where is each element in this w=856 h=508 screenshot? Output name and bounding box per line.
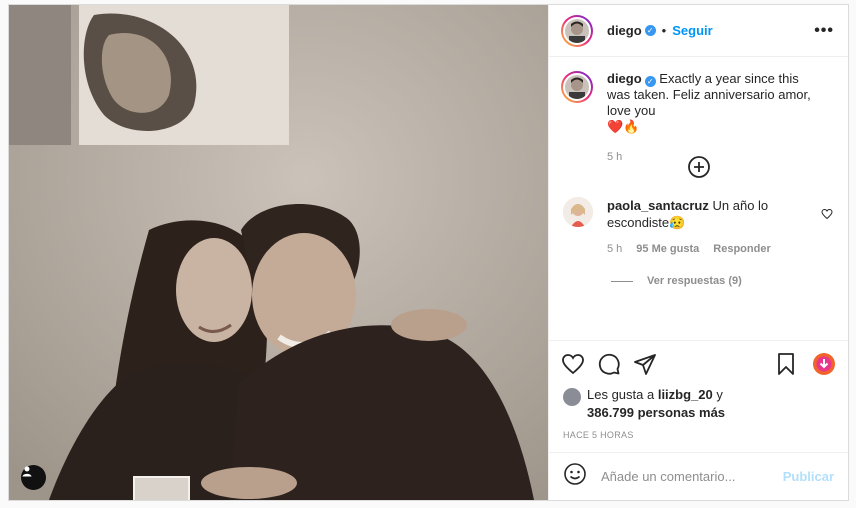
post-side-panel: diego ✓ • Seguir ••• diego ✓ Exactly a ye… [548, 5, 848, 500]
comment-icon[interactable] [597, 352, 621, 376]
replies-divider [611, 280, 633, 282]
caption-avatar[interactable] [561, 71, 593, 103]
follow-button[interactable]: Seguir [672, 23, 712, 38]
comment-likes[interactable]: 95 Me gusta [636, 243, 699, 255]
user-tag-icon[interactable] [21, 465, 46, 490]
plus-circle-icon[interactable] [687, 155, 711, 179]
post-header: diego ✓ • Seguir ••• [549, 5, 848, 57]
liker-avatar[interactable] [563, 388, 581, 406]
heart-icon[interactable] [561, 352, 585, 376]
more-options-icon[interactable]: ••• [814, 22, 834, 40]
add-comment-bar: Añade un comentario... Publicar [549, 452, 848, 500]
verified-badge-icon: ✓ [644, 76, 656, 87]
post-photo[interactable] [9, 5, 548, 500]
bookmark-icon[interactable] [774, 352, 798, 376]
likes-mid: y [712, 387, 723, 402]
caption-time[interactable]: 5 h [607, 149, 822, 165]
commenter-avatar[interactable] [563, 197, 593, 227]
view-replies[interactable]: Ver respuestas (9) [611, 275, 742, 287]
post-caption: diego ✓ Exactly a year since this was tak… [561, 71, 836, 165]
comment-item: paola_santacruz Un año lo escondiste😥 [563, 197, 839, 231]
author-avatar[interactable] [561, 14, 593, 47]
comment-like-heart-icon[interactable] [821, 207, 833, 225]
download-extension-icon[interactable] [812, 352, 836, 376]
caption-emojis: ❤️🔥 [607, 119, 640, 134]
likes-count[interactable]: 386.799 personas más [587, 405, 725, 420]
likes-prefix: Les gusta a [587, 387, 658, 402]
reply-button[interactable]: Responder [713, 243, 770, 255]
verified-badge-icon: ✓ [644, 25, 656, 36]
comment-meta: 5 h 95 Me gusta Responder [607, 243, 771, 255]
paper-plane-icon[interactable] [633, 352, 657, 376]
comment-time[interactable]: 5 h [607, 243, 622, 255]
post-actions [549, 340, 848, 386]
post-window: diego ✓ • Seguir ••• diego ✓ Exactly a ye… [8, 4, 849, 501]
commenter-username[interactable]: paola_santacruz [607, 198, 709, 213]
liker-username[interactable]: liizbg_20 [658, 387, 713, 402]
photo-illustration [9, 5, 548, 500]
posted-time[interactable]: HACE 5 HORAS [549, 422, 848, 452]
comment-input[interactable]: Añade un comentario... [601, 469, 783, 484]
comments-section: diego ✓ Exactly a year since this was tak… [549, 57, 848, 340]
author-username[interactable]: diego [607, 23, 642, 38]
emoji-icon[interactable] [563, 462, 587, 491]
publish-button[interactable]: Publicar [783, 469, 834, 484]
caption-username[interactable]: diego [607, 71, 642, 86]
separator-dot: • [661, 23, 667, 38]
view-replies-label[interactable]: Ver respuestas (9) [647, 275, 742, 287]
likes-summary: Les gusta a liizbg_20 y 386.799 personas… [549, 386, 848, 422]
